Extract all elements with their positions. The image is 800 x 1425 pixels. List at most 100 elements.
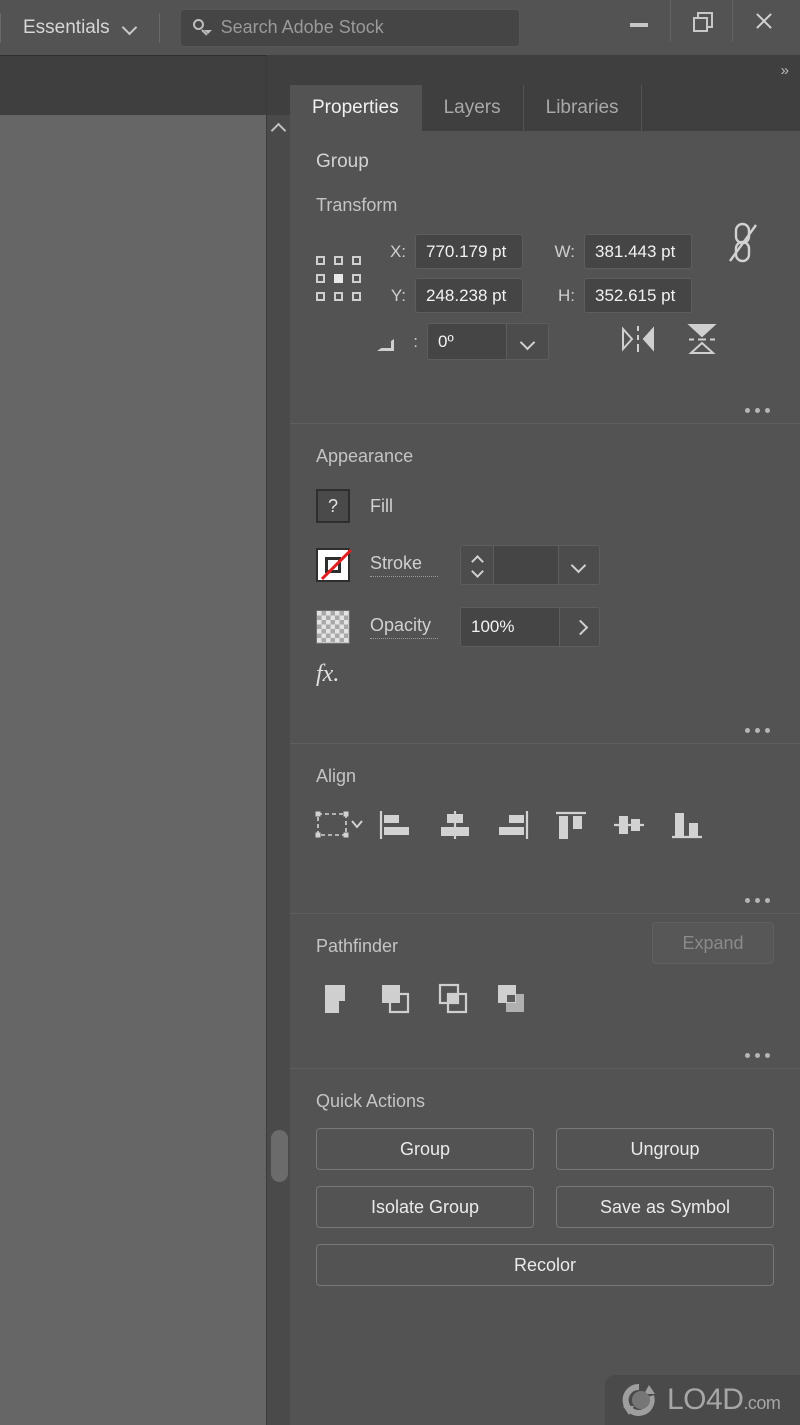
search-adobe-stock-field[interactable]: Search Adobe Stock xyxy=(179,8,520,47)
angle-colon-label: : xyxy=(413,331,418,351)
close-button[interactable] xyxy=(732,0,794,42)
tab-layers[interactable]: Layers xyxy=(422,85,524,131)
unite-icon xyxy=(325,985,345,1013)
quick-actions-row-3: Recolor xyxy=(316,1244,774,1286)
section-quick-actions: Quick Actions Group Ungroup Isolate Grou… xyxy=(290,1068,800,1298)
align-bottom-edges-button[interactable] xyxy=(658,803,716,847)
document-area xyxy=(0,55,291,1425)
search-input-placeholder: Search Adobe Stock xyxy=(220,17,384,37)
double-chevron-right-icon[interactable]: » xyxy=(781,63,789,78)
panel-tab-strip: Properties Layers Libraries xyxy=(290,85,800,131)
pathfinder-exclude-button[interactable] xyxy=(484,977,542,1021)
stroke-label: Stroke xyxy=(370,553,438,577)
transform-x-row: X: 770.179 pt W: 381.443 pt xyxy=(376,234,719,269)
lo4d-refresh-logo-icon xyxy=(622,1383,655,1416)
quick-actions-grid: Group Ungroup Isolate Group Save as Symb… xyxy=(316,1128,774,1286)
stroke-profile-dropdown-button[interactable] xyxy=(559,546,599,584)
opacity-label: Opacity xyxy=(370,615,438,639)
recolor-button[interactable]: Recolor xyxy=(316,1244,774,1286)
transparency-checker-icon[interactable] xyxy=(316,610,350,644)
appearance-opacity-row: Opacity 100% xyxy=(316,607,774,647)
quick-actions-row-1: Group Ungroup xyxy=(316,1128,774,1170)
exclude-icon xyxy=(498,985,524,1012)
quick-actions-row-2: Isolate Group Save as Symbol xyxy=(316,1186,774,1228)
h-label: H: xyxy=(558,285,575,305)
pathfinder-minus-front-button[interactable] xyxy=(368,977,426,1021)
minimize-button[interactable] xyxy=(608,0,670,42)
opacity-input[interactable]: 100% xyxy=(461,608,559,646)
align-bottom-edges-icon xyxy=(672,813,702,839)
fill-unknown-swatch-icon[interactable]: ? xyxy=(316,489,350,523)
align-top-edges-button[interactable] xyxy=(542,803,600,847)
align-right-edges-icon xyxy=(499,811,529,839)
chevron-down-icon xyxy=(124,21,137,34)
chain-broken-icon xyxy=(729,222,757,263)
search-icon xyxy=(191,17,213,39)
stroke-weight-control[interactable] xyxy=(460,545,600,585)
isolate-group-button[interactable]: Isolate Group xyxy=(316,1186,534,1228)
control-bar-edge xyxy=(0,55,266,56)
y-input[interactable]: 248.238 pt xyxy=(415,278,523,313)
application-menu-bar: Essentials Search Adobe Stock xyxy=(0,0,800,55)
x-input[interactable]: 770.179 pt xyxy=(415,234,523,269)
tab-properties-label: Properties xyxy=(312,97,399,118)
section-quick-actions-title: Quick Actions xyxy=(316,1091,426,1111)
pathfinder-unite-button[interactable] xyxy=(310,977,368,1021)
align-left-edges-icon xyxy=(379,811,409,839)
workspace-label: Essentials xyxy=(23,16,110,38)
align-vertical-centers-button[interactable] xyxy=(600,803,658,847)
rotation-angle-combo[interactable]: 0º xyxy=(427,323,549,360)
chevron-down-icon xyxy=(573,559,585,571)
workspace-switcher[interactable]: Essentials xyxy=(1,8,159,48)
pathfinder-expand-button[interactable]: Expand xyxy=(652,922,774,964)
fx-effects-icon[interactable]: fx. xyxy=(316,661,339,687)
ungroup-button[interactable]: Ungroup xyxy=(556,1128,774,1170)
appearance-more-options-icon[interactable] xyxy=(745,728,770,733)
group-button[interactable]: Group xyxy=(316,1128,534,1170)
align-to-selection-button[interactable] xyxy=(310,803,368,847)
close-icon xyxy=(754,11,774,31)
canvas-vertical-scrollbar[interactable] xyxy=(266,55,291,1425)
menubar-divider-right xyxy=(158,12,160,43)
align-more-options-icon[interactable] xyxy=(745,898,770,903)
scroll-up-chevron-icon[interactable] xyxy=(272,121,286,135)
artboard-canvas[interactable] xyxy=(0,116,266,1425)
section-transform-title: Transform xyxy=(316,195,398,215)
panel-top-bar: » xyxy=(290,55,800,85)
pathfinder-intersect-button[interactable] xyxy=(426,977,484,1021)
reference-point-grid-icon[interactable] xyxy=(316,256,362,302)
flip-horizontal-button[interactable] xyxy=(621,324,655,359)
transform-more-options-icon[interactable] xyxy=(745,408,770,413)
rotation-angle-input[interactable]: 0º xyxy=(428,324,506,359)
pathfinder-more-options-icon[interactable] xyxy=(745,1053,770,1058)
stroke-weight-input[interactable] xyxy=(493,546,559,584)
minimize-icon xyxy=(630,23,648,27)
stepper-updown-icon[interactable] xyxy=(461,546,493,584)
scrollbar-header-cap xyxy=(267,55,291,115)
align-left-edges-button[interactable] xyxy=(368,803,426,847)
section-transform: Transform X: 770.179 pt W: 381.443 pt Y:… xyxy=(290,173,800,423)
stroke-none-swatch-icon[interactable] xyxy=(316,548,350,582)
rotation-angle-dropdown-button[interactable] xyxy=(506,324,548,359)
restore-button[interactable] xyxy=(670,0,732,42)
h-input[interactable]: 352.615 pt xyxy=(584,278,692,313)
flip-vertical-icon xyxy=(687,324,717,354)
properties-panel: » Properties Layers Libraries Group Tran… xyxy=(290,55,800,1425)
save-as-symbol-button[interactable]: Save as Symbol xyxy=(556,1186,774,1228)
opacity-control[interactable]: 100% xyxy=(460,607,600,647)
tab-libraries[interactable]: Libraries xyxy=(524,85,642,131)
tab-properties[interactable]: Properties xyxy=(290,85,422,131)
tab-layers-label: Layers xyxy=(443,97,501,118)
w-input[interactable]: 381.443 pt xyxy=(584,234,692,269)
link-proportions-button[interactable] xyxy=(728,221,758,265)
align-horizontal-centers-button[interactable] xyxy=(426,803,484,847)
opacity-options-button[interactable] xyxy=(559,608,599,646)
lo4d-watermark-text: LO4D.com xyxy=(667,1383,781,1416)
align-right-edges-button[interactable] xyxy=(484,803,542,847)
transform-y-row: Y: 248.238 pt H: 352.615 pt xyxy=(376,278,719,313)
control-bar xyxy=(0,55,266,115)
flip-vertical-button[interactable] xyxy=(685,322,719,361)
chevron-right-icon xyxy=(574,621,586,633)
y-label: Y: xyxy=(390,285,406,305)
vertical-scrollbar-thumb[interactable] xyxy=(271,1130,288,1182)
